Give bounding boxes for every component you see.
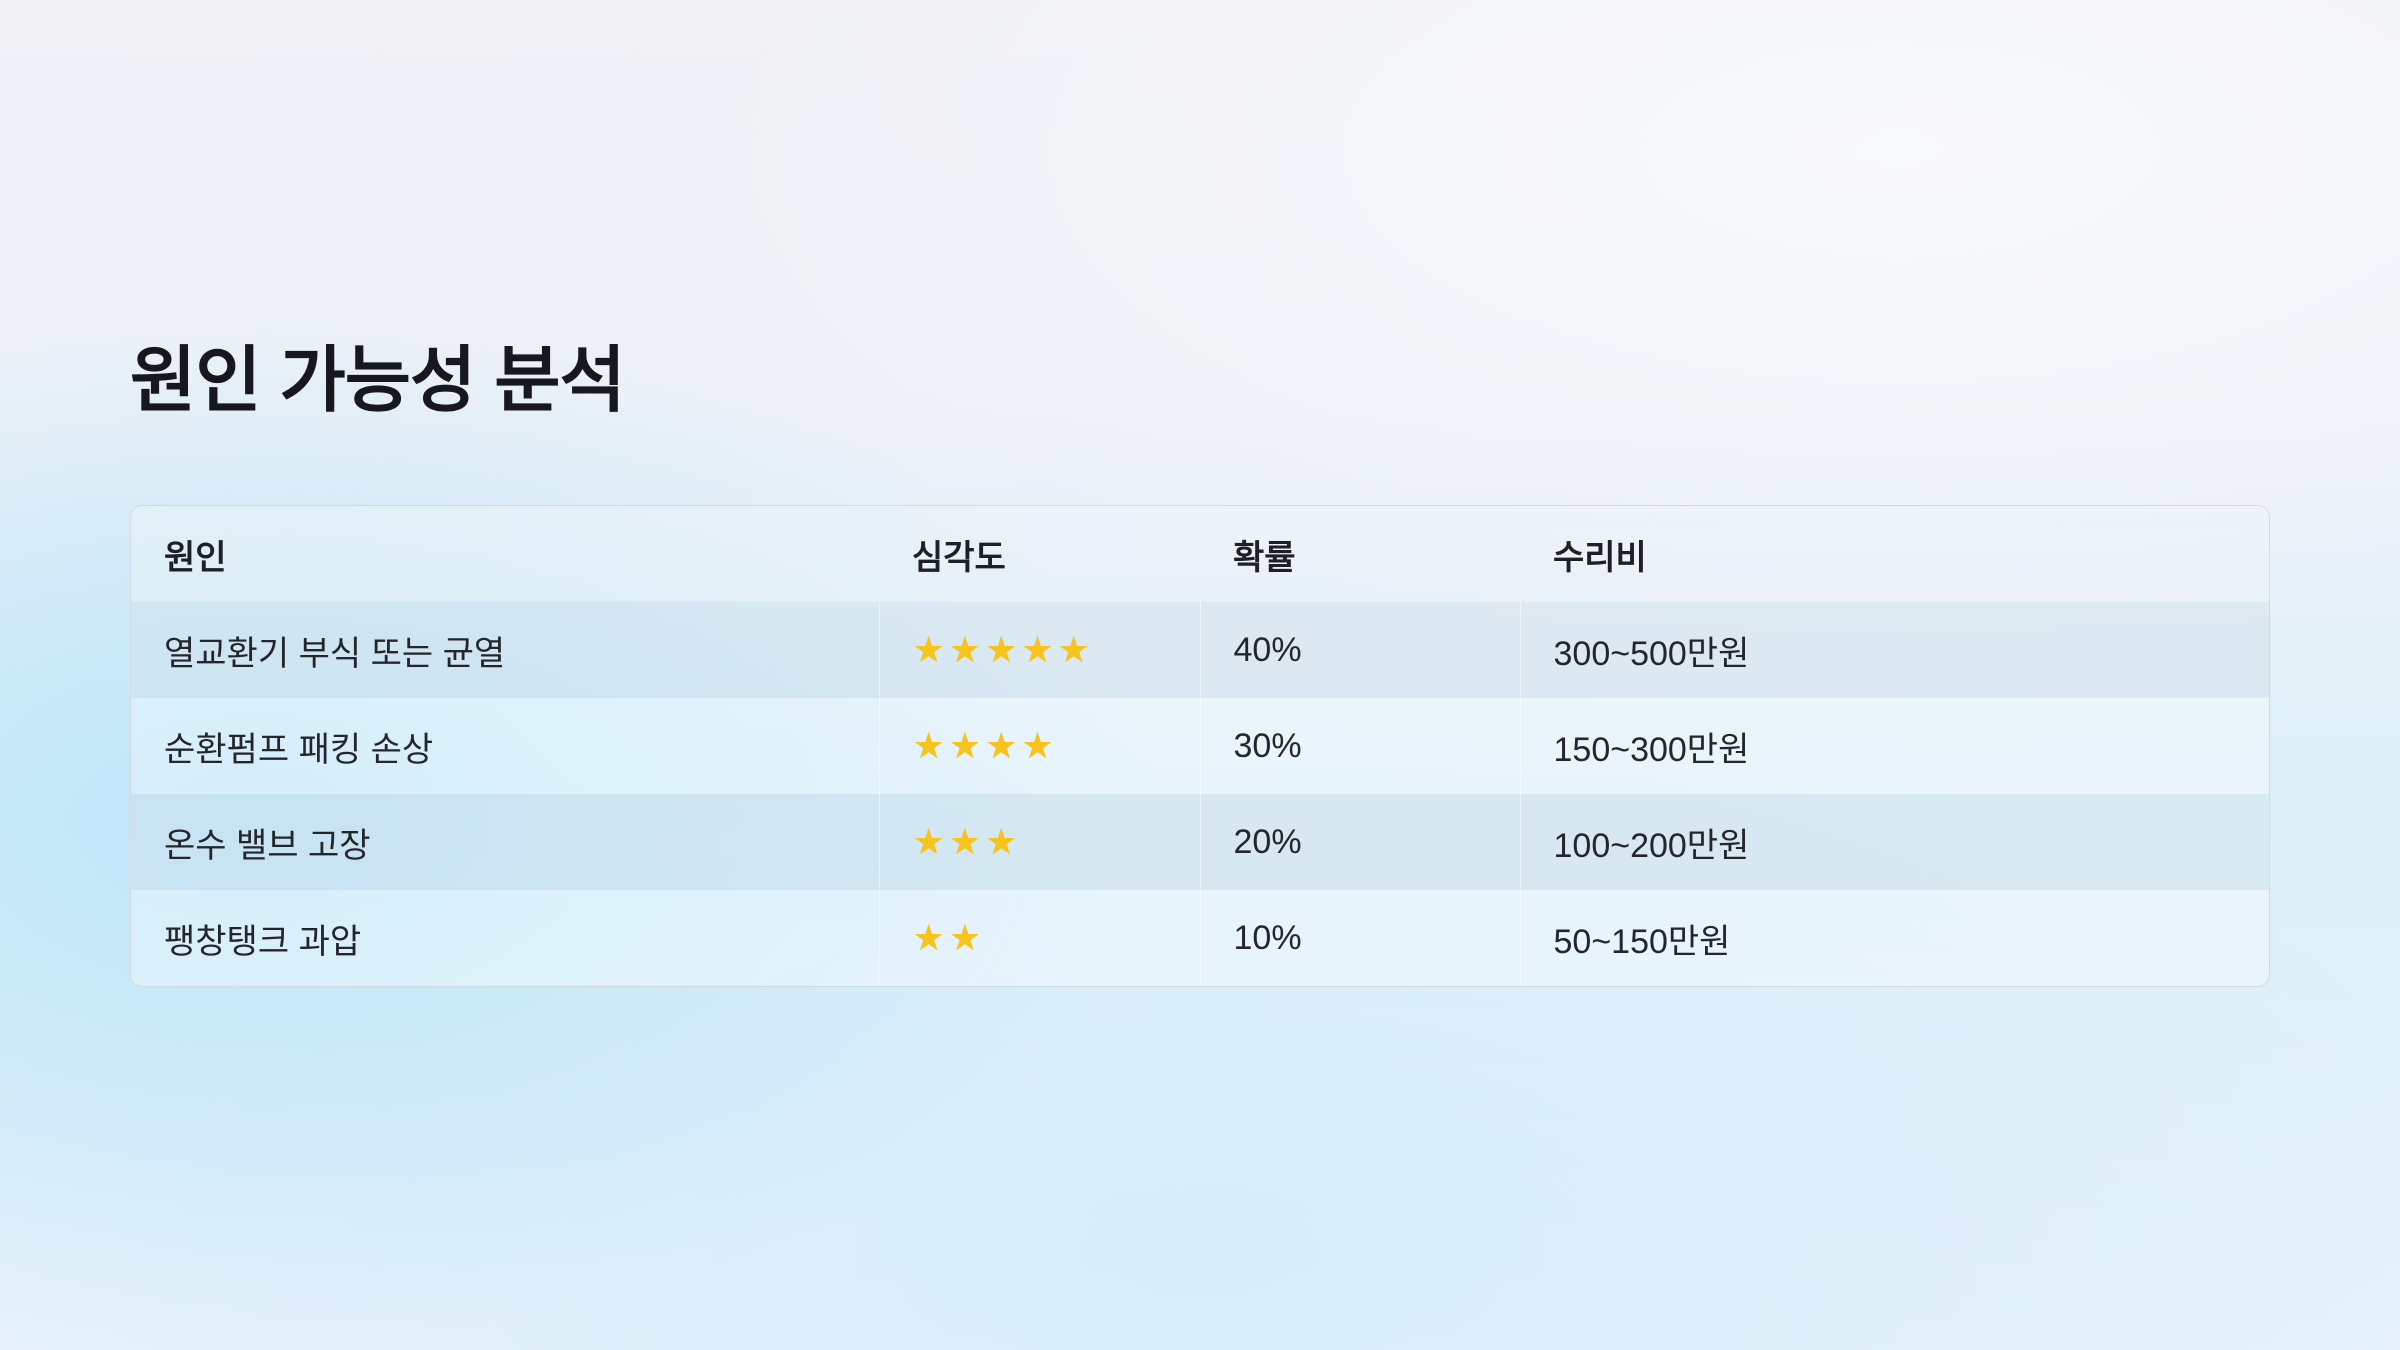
star-icon: ★ [912,821,947,862]
cell-cause: 열교환기 부식 또는 균열 [131,602,879,698]
cell-probability: 30% [1199,698,1520,794]
table-row: 온수 밸브 고장 ★★★ 20% 100~200만원 [131,794,2269,890]
star-icon: ★ [948,629,984,670]
severity-stars: ★★★★★ [913,629,1094,670]
star-icon: ★ [948,725,984,766]
table-row: 열교환기 부식 또는 균열 ★★★★★ 40% 300~500만원 [131,602,2269,698]
cell-cause: 팽창탱크 과압 [131,890,879,986]
cell-severity: ★★★★ [878,698,1200,794]
star-icon: ★ [912,725,947,766]
table-row: 팽창탱크 과압 ★★ 10% 50~150만원 [131,890,2269,986]
cell-cause: 온수 밸브 고장 [131,794,879,890]
star-icon: ★ [912,629,947,670]
star-icon: ★ [1021,629,1056,670]
severity-stars: ★★ [913,917,986,958]
star-icon: ★ [948,917,984,958]
cause-analysis-table: 원인 심각도 확률 수리비 열교환기 부식 또는 균열 ★★★★★ 40% 30… [130,505,2270,987]
cell-probability: 40% [1199,602,1520,698]
star-icon: ★ [1021,725,1056,766]
star-icon: ★ [1057,629,1092,670]
cell-probability: 10% [1199,890,1520,986]
star-icon: ★ [948,821,984,862]
cell-cost: 100~200만원 [1519,794,2269,890]
header-cost: 수리비 [1520,506,2269,602]
cell-cost: 300~500만원 [1519,602,2269,698]
cell-cause: 순환펌프 패킹 손상 [131,698,879,794]
page-title: 원인 가능성 분석 [130,341,626,421]
header-probability: 확률 [1200,506,1520,602]
star-icon: ★ [985,725,1020,766]
severity-stars: ★★★ [913,821,1022,862]
severity-stars: ★★★★ [913,725,1058,766]
cell-severity: ★★ [878,890,1200,986]
cell-cost: 50~150만원 [1519,890,2269,986]
star-icon: ★ [985,821,1020,862]
star-icon: ★ [912,917,947,958]
table-header-row: 원인 심각도 확률 수리비 [131,506,2269,602]
star-icon: ★ [985,629,1020,670]
header-severity: 심각도 [879,506,1200,602]
cell-severity: ★★★ [878,794,1200,890]
table-row: 순환펌프 패킹 손상 ★★★★ 30% 150~300만원 [131,698,2269,794]
cell-severity: ★★★★★ [878,602,1200,698]
cell-probability: 20% [1199,794,1520,890]
cell-cost: 150~300만원 [1519,698,2269,794]
header-cause: 원인 [131,506,879,602]
